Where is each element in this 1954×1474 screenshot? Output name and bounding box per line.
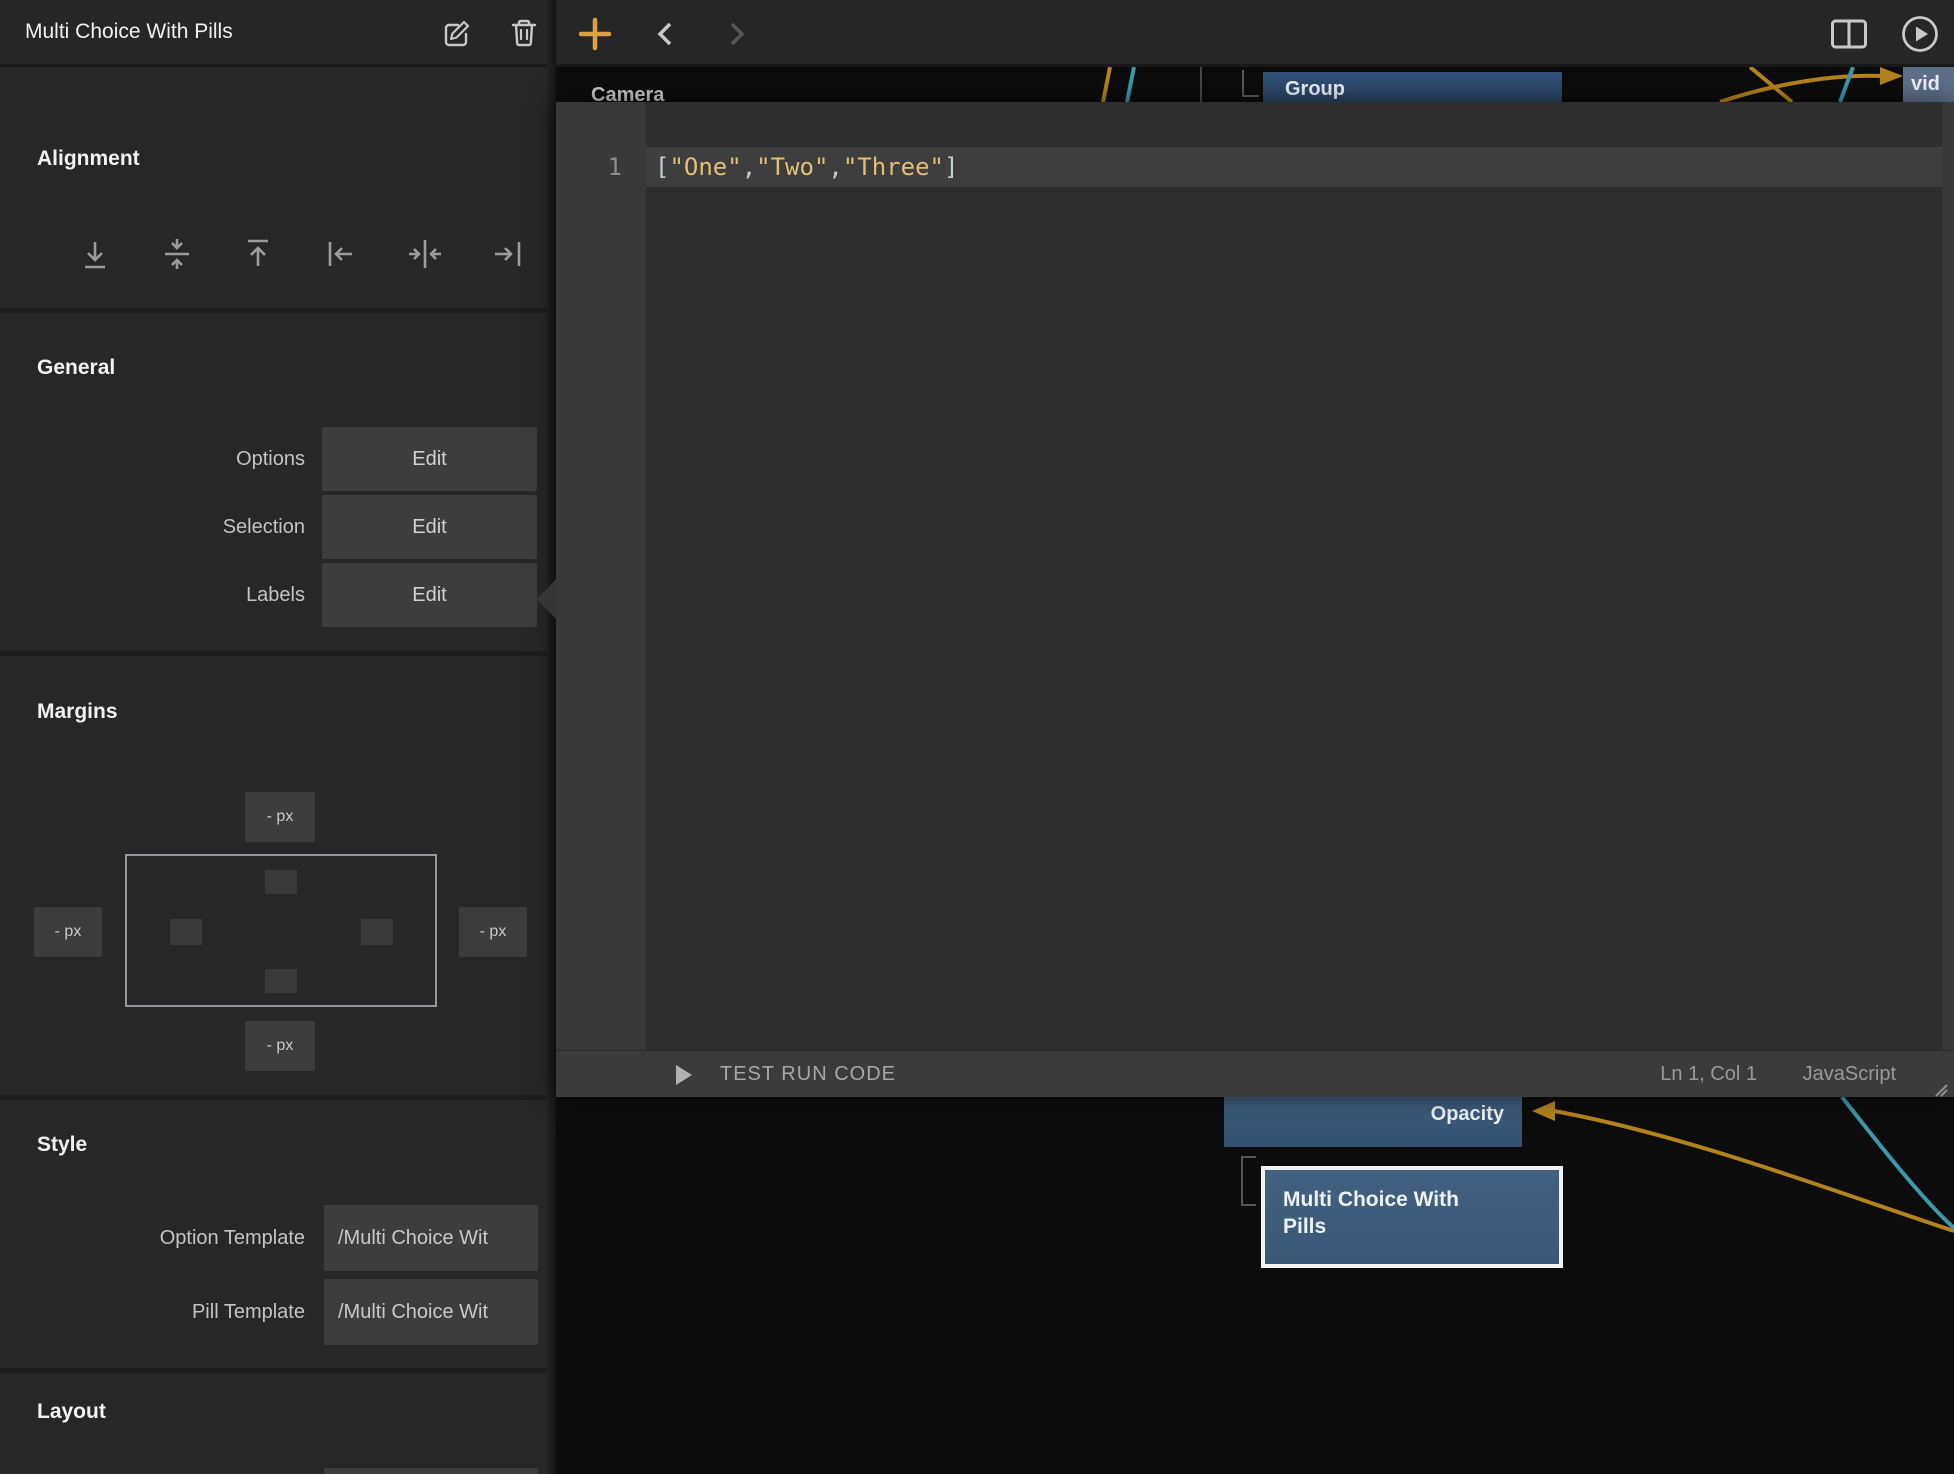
section-title-margins: Margins xyxy=(37,700,118,724)
code-string-three: "Three" xyxy=(843,153,944,181)
wire-teal-curve xyxy=(1842,1097,1954,1228)
wire-orange-to-vid xyxy=(1720,76,1882,102)
section-title-alignment: Alignment xyxy=(37,147,140,171)
align-bottom-icon[interactable] xyxy=(75,234,115,274)
labels-edit-button[interactable]: Edit xyxy=(322,563,537,627)
align-horizontal-center-icon[interactable] xyxy=(405,234,445,274)
editor-gutter xyxy=(556,102,646,1050)
wire-orange-segment xyxy=(1103,67,1110,102)
editor-scrollbar-track[interactable] xyxy=(1942,102,1954,1050)
section-divider xyxy=(0,308,547,313)
section-divider xyxy=(0,1095,547,1100)
option-template-label: Option Template xyxy=(0,1205,305,1271)
trash-icon[interactable] xyxy=(506,15,542,51)
margin-top-field[interactable]: - px xyxy=(245,792,315,842)
wires-bottom xyxy=(556,1097,1954,1474)
code-comma: , xyxy=(828,153,842,181)
node-graph-canvas-bottom[interactable]: Opacity Multi Choice With Pills xyxy=(556,1097,1954,1474)
hierarchy-elbow-top xyxy=(1243,70,1259,96)
margin-preview-box xyxy=(125,854,437,1007)
editor-anchor-notch xyxy=(537,578,557,620)
section-divider xyxy=(0,651,547,656)
play-icon[interactable] xyxy=(1900,14,1940,54)
cursor-position-label: Ln 1, Col 1 xyxy=(1660,1051,1757,1097)
section-title-general: General xyxy=(37,356,115,380)
resize-handle-icon[interactable] xyxy=(1932,1081,1950,1097)
section-title-style: Style xyxy=(37,1133,87,1157)
options-edit-button[interactable]: Edit xyxy=(322,427,537,491)
code-editor-panel: 1 ["One","Two","Three"] TEST RUN CODE Ln… xyxy=(556,102,1954,1097)
app-window: Camera Group vid Opacity Multi Choice Wi… xyxy=(0,0,1954,1474)
node-group[interactable]: Group xyxy=(1263,72,1562,105)
code-line[interactable]: ["One","Two","Three"] xyxy=(655,147,958,187)
code-string-two: "Two" xyxy=(756,153,828,181)
wires-top xyxy=(556,67,1954,102)
node-graph-canvas-top[interactable]: Camera Group vid xyxy=(556,67,1954,102)
wire-orange-curve xyxy=(1554,1111,1954,1231)
sidebar-header: Multi Choice With Pills xyxy=(0,0,547,67)
arrowhead-orange-right xyxy=(1880,67,1903,85)
arrowhead-orange-left xyxy=(1532,1101,1555,1121)
properties-sidebar: Multi Choice With Pills Alignment xyxy=(0,0,556,1474)
selection-edit-button[interactable]: Edit xyxy=(322,495,537,559)
node-vid[interactable]: vid xyxy=(1903,67,1954,102)
hierarchy-bracket xyxy=(1242,1157,1256,1205)
code-comma: , xyxy=(742,153,756,181)
line-number: 1 xyxy=(556,147,622,187)
margin-left-field[interactable]: - px xyxy=(34,907,102,957)
run-play-icon[interactable] xyxy=(674,1064,694,1086)
option-template-field[interactable]: /Multi Choice Wit xyxy=(324,1205,538,1271)
language-label: JavaScript xyxy=(1803,1051,1896,1097)
options-label: Options xyxy=(0,427,305,491)
pill-template-label: Pill Template xyxy=(0,1279,305,1345)
margin-right-field[interactable]: - px xyxy=(459,907,527,957)
code-bracket-close: ] xyxy=(944,153,958,181)
forward-icon[interactable] xyxy=(722,20,750,48)
test-run-code-button[interactable]: TEST RUN CODE xyxy=(720,1051,896,1097)
editor-statusbar: TEST RUN CODE Ln 1, Col 1 JavaScript xyxy=(556,1050,1954,1097)
back-icon[interactable] xyxy=(652,20,680,48)
layout-field-partial[interactable] xyxy=(324,1468,538,1474)
align-right-icon[interactable] xyxy=(487,234,527,274)
align-top-icon[interactable] xyxy=(238,234,278,274)
margin-handle-bottom[interactable] xyxy=(265,969,297,993)
margin-bottom-field[interactable]: - px xyxy=(245,1021,315,1071)
code-bracket-open: [ xyxy=(655,153,669,181)
margin-handle-right[interactable] xyxy=(361,919,393,945)
align-left-icon[interactable] xyxy=(322,234,362,274)
node-multi-choice-label: Multi Choice With Pills xyxy=(1283,1186,1468,1240)
pill-template-field[interactable]: /Multi Choice Wit xyxy=(324,1279,538,1345)
labels-label: Labels xyxy=(0,563,305,627)
wire-teal-segment xyxy=(1127,67,1134,102)
margin-handle-left[interactable] xyxy=(170,919,202,945)
split-view-icon[interactable] xyxy=(1830,19,1868,49)
add-node-icon[interactable] xyxy=(577,16,613,52)
edit-pencil-icon[interactable] xyxy=(438,15,474,51)
align-vertical-center-icon[interactable] xyxy=(157,234,197,274)
code-string-one: "One" xyxy=(669,153,741,181)
section-title-layout: Layout xyxy=(37,1400,106,1424)
wire-teal-cross xyxy=(1840,67,1853,102)
sidebar-edge xyxy=(547,0,556,1474)
selection-label: Selection xyxy=(0,495,305,559)
section-divider xyxy=(0,1368,547,1373)
panel-title: Multi Choice With Pills xyxy=(25,0,233,64)
node-multi-choice-with-pills[interactable]: Multi Choice With Pills xyxy=(1261,1166,1563,1268)
margin-handle-top[interactable] xyxy=(265,870,297,894)
